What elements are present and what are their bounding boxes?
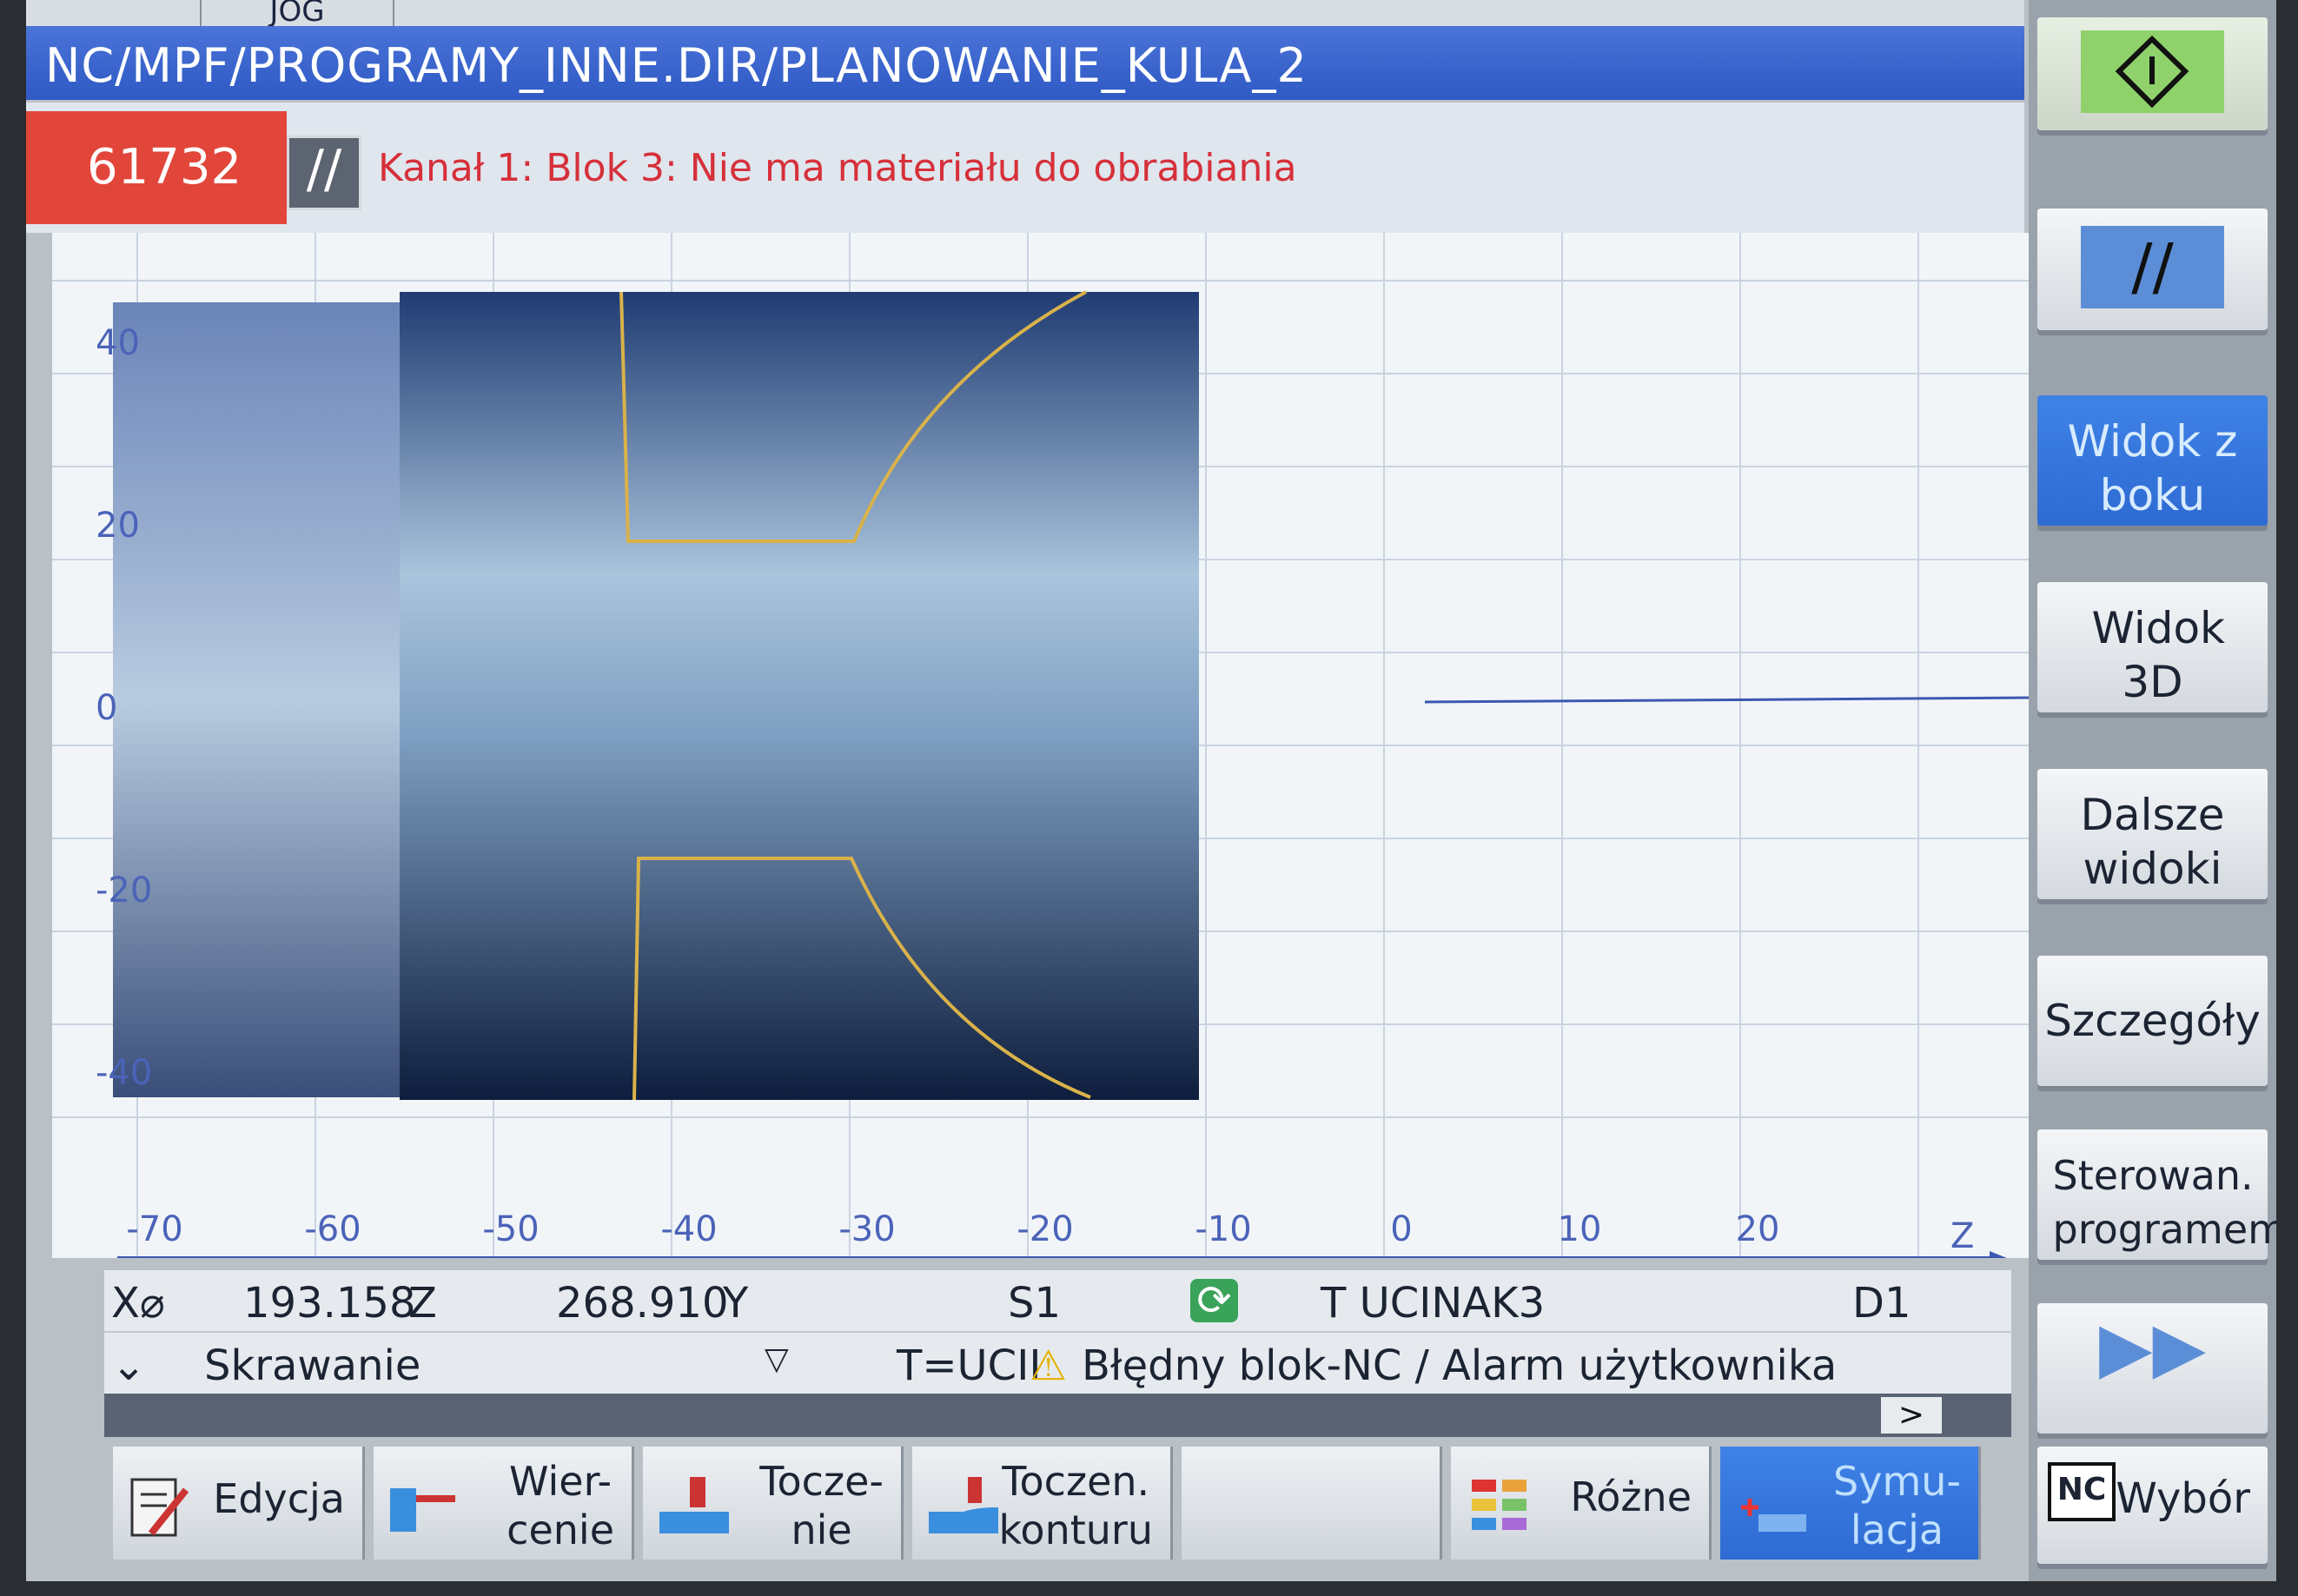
y-tick-label: -20: [96, 871, 152, 911]
x-value: 193.158: [243, 1279, 416, 1328]
select-label: Wybór: [2116, 1474, 2250, 1523]
z-value: 268.910: [556, 1279, 729, 1328]
alarm-line: 61732 // Kanał 1: Blok 3: Nie ma materia…: [26, 103, 2024, 233]
cycle-start-icon: [2081, 30, 2224, 113]
misc-button[interactable]: Różne: [1451, 1447, 1712, 1560]
reset-icon[interactable]: //: [287, 136, 361, 210]
position-status-bar: X⌀ 193.158 Z 268.910 Y S1 ⟳ T UCINAK3 D1: [104, 1270, 2011, 1331]
contour-turning-label: Toczen. konturu: [998, 1458, 1153, 1553]
x-tick-label: -10: [1195, 1209, 1251, 1249]
z-axis-label: Z: [1950, 1216, 1974, 1256]
program-control-button[interactable]: Sterowan. programem: [2037, 1129, 2277, 1260]
misc-icon: [1472, 1480, 1526, 1530]
reset-button[interactable]: //: [2037, 209, 2268, 330]
alarm-number[interactable]: 61732: [26, 111, 287, 224]
x-label: X⌀: [111, 1279, 165, 1328]
spindle-rotation-icon: ⟳: [1190, 1279, 1238, 1322]
misc-label: Różne: [1570, 1473, 1692, 1520]
program-title-bar: NC/MPF/PROGRAMY_INNE.DIR/PLANOWANIE_KULA…: [26, 26, 2024, 100]
details-button[interactable]: Szczegóły: [2037, 956, 2268, 1086]
more-button[interactable]: >: [1881, 1397, 1942, 1434]
side-view-label: Widok z boku: [2067, 416, 2238, 520]
program-path: NC/MPF/PROGRAMY_INNE.DIR/PLANOWANIE_KULA…: [45, 38, 1308, 93]
program-control-label: Sterowan. programem: [2052, 1152, 2277, 1253]
warning-icon: ⚠: [1030, 1341, 1068, 1390]
hmi-screen: JOG NC/MPF/PROGRAMY_INNE.DIR/PLANOWANIE_…: [26, 0, 2276, 1581]
turning-button[interactable]: Tocze- nie: [643, 1447, 904, 1560]
y-label: Y: [723, 1279, 749, 1328]
tool-offset: D1: [1852, 1279, 1911, 1328]
edit-icon: [130, 1478, 189, 1537]
drilling-icon: [390, 1488, 455, 1532]
x-tick-label: -30: [838, 1209, 895, 1249]
contour-turning-button[interactable]: Toczen. konturu: [912, 1447, 1173, 1560]
contour-turning-icon: [929, 1477, 998, 1533]
chevron-down-icon[interactable]: ▽: [765, 1341, 789, 1377]
edit-label: Edycja: [213, 1475, 345, 1522]
horizontal-softkeys: Edycja Wier- cenie Tocze- nie Toczen. ko…: [113, 1447, 2011, 1564]
side-view-button[interactable]: Widok z boku: [2037, 395, 2268, 526]
drilling-label: Wier- cenie: [507, 1458, 614, 1553]
forward-button[interactable]: ▶▶: [2037, 1303, 2268, 1434]
top-strip: JOG: [26, 0, 2024, 26]
x-tick-label: -70: [126, 1209, 182, 1249]
operating-mode[interactable]: JOG: [200, 0, 394, 26]
active-tool: T UCINAK3: [1321, 1279, 1546, 1328]
alarm-status-text: Błędny blok-NC / Alarm użytkownika: [1082, 1341, 1838, 1390]
x-tick-label: -60: [304, 1209, 361, 1249]
spindle-indicator: S1: [1008, 1279, 1062, 1328]
view-3d-button[interactable]: Widok 3D: [2037, 582, 2268, 712]
x-tick-label: 0: [1390, 1209, 1412, 1249]
more-views-label: Dalsze widoki: [2080, 790, 2225, 894]
fast-forward-icon: ▶▶: [2098, 1307, 2207, 1387]
x-tick-label: -40: [660, 1209, 717, 1249]
tool-short: T=UCII: [897, 1341, 1042, 1390]
alarm-message: Kanał 1: Blok 3: Nie ma materiału do obr…: [378, 146, 1297, 190]
reset-icon: //: [2081, 226, 2224, 308]
y-tick-label: 40: [96, 323, 140, 363]
edit-button[interactable]: Edycja: [113, 1447, 365, 1560]
y-tick-label: -40: [96, 1053, 152, 1093]
drilling-button[interactable]: Wier- cenie: [374, 1447, 634, 1560]
more-views-button[interactable]: Dalsze widoki: [2037, 769, 2268, 899]
vertical-softkeys: // Widok z boku Widok 3D Dalsze widoki S…: [2029, 0, 2276, 1581]
z-label: Z: [408, 1279, 437, 1328]
simulation-icon: [1741, 1499, 1806, 1532]
y-tick-label: 0: [96, 688, 117, 728]
nc-icon: NC: [2048, 1462, 2116, 1521]
view-3d-label: Widok 3D: [2091, 603, 2226, 707]
simulation-button[interactable]: Symu- lacja: [1720, 1447, 1981, 1560]
simulation-view[interactable]: -70 -60 -50 -40 -30 -20 -10 0 10 20 Z 40 20 0 -20 -40: [52, 233, 2033, 1258]
x-tick-label: 10: [1558, 1209, 1602, 1249]
workpiece-stock: [400, 292, 1199, 1100]
x-tick-label: -20: [1017, 1209, 1073, 1249]
operation-name: Skrawanie: [204, 1341, 421, 1390]
extra-status-bar: >: [104, 1394, 2011, 1437]
turning-icon: [659, 1477, 729, 1533]
empty-softkey[interactable]: [1182, 1447, 1442, 1560]
simulation-label: Symu- lacja: [1833, 1458, 1961, 1553]
x-tick-label: 20: [1736, 1209, 1780, 1249]
x-tick-label: -50: [482, 1209, 539, 1249]
cutting-icon: ⌄: [111, 1341, 147, 1390]
cycle-start-button[interactable]: [2037, 17, 2268, 130]
details-label: Szczegóły: [2044, 996, 2261, 1046]
y-tick-label: 20: [96, 506, 140, 546]
turning-label: Tocze- nie: [759, 1458, 884, 1553]
operation-status-bar: ⌄ Skrawanie ▽ T=UCII ⚠ Błędny blok-NC / …: [104, 1331, 2011, 1395]
select-button[interactable]: NC Wybór: [2037, 1447, 2268, 1564]
